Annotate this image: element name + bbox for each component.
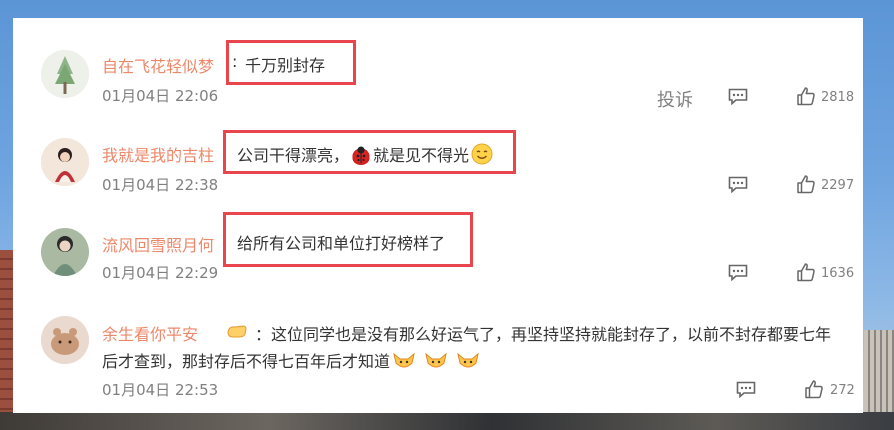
comment-text-part: 公司干得漂亮， [237, 146, 350, 165]
comment-text: 千万别封存 [245, 56, 326, 75]
ladybug-emoji-icon [351, 145, 372, 165]
like-count: 2297 [821, 178, 855, 193]
comment-list: 自在飞花轻似梦 : 千万别封存 01月04日 22:06 投诉 2818 我就是… [13, 18, 863, 413]
smile-emoji-icon [471, 143, 493, 165]
username[interactable]: 余生看你平安 [102, 321, 198, 345]
username[interactable]: 流风回雪照月何 [102, 232, 214, 256]
comment-text-part: 就是见不得光 [373, 146, 470, 165]
like-icon[interactable] [796, 86, 816, 106]
avatar[interactable] [41, 228, 89, 276]
avatar[interactable] [41, 316, 89, 364]
comment-time: 01月04日 22:06 [102, 87, 219, 105]
like-icon[interactable] [796, 174, 816, 194]
like-icon[interactable] [804, 379, 824, 399]
avatar[interactable] [41, 138, 89, 186]
avatar[interactable] [41, 50, 89, 98]
reply-icon[interactable] [736, 381, 756, 398]
like-count: 1636 [821, 266, 855, 281]
comment-text: 公司干得漂亮， 就是见不得光 [237, 142, 495, 166]
comment-time: 01月04日 22:38 [102, 176, 219, 194]
fox-emoji-icon [424, 351, 448, 371]
username[interactable]: 自在飞花轻似梦 [102, 53, 214, 77]
report-link[interactable]: 投诉 [657, 86, 693, 112]
like-icon[interactable] [796, 262, 816, 282]
background-ground [0, 412, 894, 430]
reply-icon[interactable] [728, 88, 748, 105]
comment-text-part: 后才查到，那封存后不得七百年后才知道 [102, 352, 391, 371]
reply-icon[interactable] [728, 176, 748, 193]
comment-text: 给所有公司和单位打好榜样了 [237, 234, 446, 253]
colon: : [232, 52, 238, 71]
reply-icon[interactable] [728, 264, 748, 281]
comment-time: 01月04日 22:53 [102, 381, 219, 399]
like-count: 2818 [821, 90, 855, 105]
hand-emoji-icon [225, 320, 249, 340]
comment-text-line-2: 后才查到，那封存后不得七百年后才知道 [102, 348, 482, 372]
username[interactable]: 我就是我的吉柱 [102, 142, 214, 166]
fox-emoji-icon [392, 351, 416, 371]
comment-time: 01月04日 22:29 [102, 264, 219, 282]
like-count: 272 [830, 383, 855, 398]
fox-emoji-icon [456, 351, 480, 371]
comment-text-line-1: ：这位同学也是没有那么好运气了，再坚持坚持就能封存了，以前不封存都要七年 [255, 325, 832, 344]
